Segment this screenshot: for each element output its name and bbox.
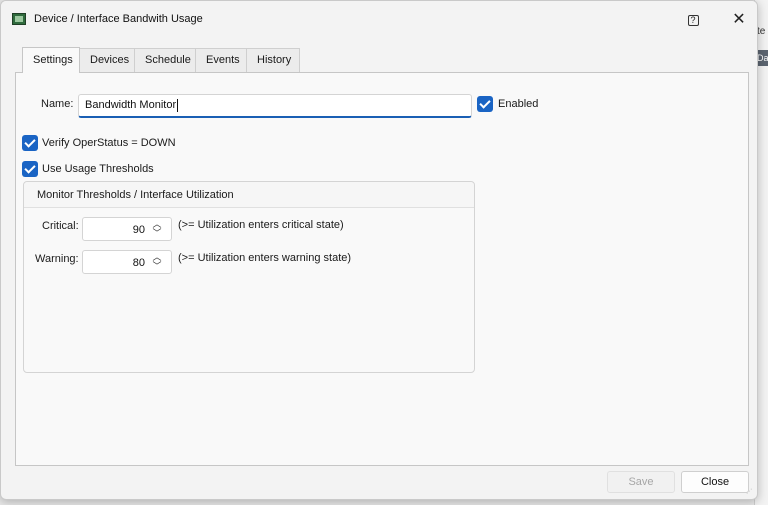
tab-devices[interactable]: Devices xyxy=(79,48,135,73)
resize-grip-icon[interactable]: ⋰ xyxy=(746,488,754,496)
name-value: Bandwidth Monitor xyxy=(85,99,177,111)
settings-panel: Name: Bandwidth Monitor Enabled Verify O… xyxy=(15,72,749,466)
critical-hint: (>= Utilization enters critical state) xyxy=(178,219,344,231)
critical-label: Critical: xyxy=(42,220,79,232)
enabled-label[interactable]: Enabled xyxy=(498,98,538,110)
app-icon xyxy=(12,13,26,25)
save-button[interactable]: Save xyxy=(607,471,675,493)
window-title: Device / Interface Bandwith Usage xyxy=(34,13,203,25)
warning-hint: (>= Utilization enters warning state) xyxy=(178,252,352,264)
name-input[interactable]: Bandwidth Monitor xyxy=(78,94,472,118)
critical-spinbox[interactable]: 90 ︿ ﹀ xyxy=(82,217,172,241)
tab-settings[interactable]: Settings xyxy=(22,47,80,73)
help-icon: ? xyxy=(687,15,699,26)
thresholds-group: Monitor Thresholds / Interface Utilizati… xyxy=(23,181,475,373)
close-button[interactable]: Close xyxy=(681,471,749,493)
warning-spinbox[interactable]: 80 ︿ ﹀ xyxy=(82,250,172,274)
chevron-down-icon[interactable]: ﹀ xyxy=(152,262,162,271)
name-label: Name: xyxy=(41,98,74,110)
thresholds-group-header: Monitor Thresholds / Interface Utilizati… xyxy=(24,182,474,208)
critical-spin-arrows[interactable]: ︿ ﹀ xyxy=(152,220,162,238)
critical-value: 90 xyxy=(132,224,145,236)
tab-schedule[interactable]: Schedule xyxy=(134,48,196,73)
close-icon: ✕ xyxy=(732,11,746,28)
chevron-down-icon[interactable]: ﹀ xyxy=(152,229,162,238)
use-usage-thresholds-label[interactable]: Use Usage Thresholds xyxy=(42,163,154,175)
dialog-window: Device / Interface Bandwith Usage ? ✕ Se… xyxy=(0,0,758,500)
background-text: te xyxy=(757,26,766,37)
warning-label: Warning: xyxy=(35,253,79,265)
warning-value: 80 xyxy=(132,257,145,269)
verify-operstatus-checkbox[interactable] xyxy=(22,135,38,151)
warning-spin-arrows[interactable]: ︿ ﹀ xyxy=(152,253,162,271)
tab-bar: Settings Devices Schedule Events History xyxy=(22,47,300,73)
help-button[interactable]: ? xyxy=(682,9,704,31)
tab-events[interactable]: Events xyxy=(195,48,247,73)
tab-history[interactable]: History xyxy=(246,48,300,73)
enabled-checkbox[interactable] xyxy=(477,96,493,112)
text-caret xyxy=(177,98,179,112)
verify-operstatus-label[interactable]: Verify OperStatus = DOWN xyxy=(42,137,176,149)
title-bar[interactable]: Device / Interface Bandwith Usage ? ✕ xyxy=(1,1,757,39)
use-usage-thresholds-checkbox[interactable] xyxy=(22,161,38,177)
close-window-button[interactable]: ✕ xyxy=(726,9,752,31)
thresholds-group-title: Monitor Thresholds / Interface Utilizati… xyxy=(37,189,234,201)
